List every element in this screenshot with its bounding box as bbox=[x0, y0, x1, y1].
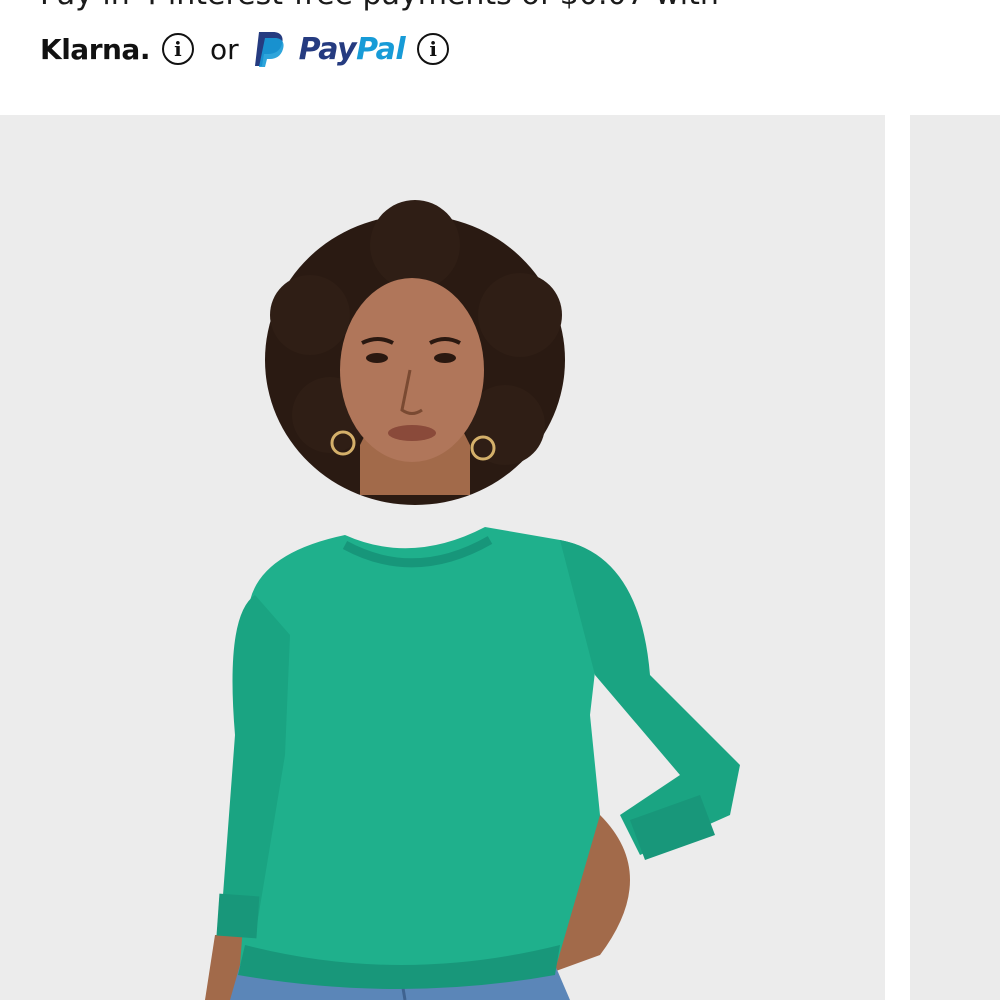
paypal-info-icon[interactable]: i bbox=[417, 33, 450, 65]
or-label: or bbox=[209, 32, 239, 66]
paypal-logo-pay: Pay bbox=[298, 31, 357, 67]
product-image-main[interactable] bbox=[0, 115, 885, 1000]
paypal-logo-pal: Pal bbox=[356, 31, 406, 67]
payment-options-row: Klarna. i or PayPal i bbox=[40, 26, 450, 72]
paypal-logo: PayPal bbox=[253, 30, 406, 68]
product-page: Pay in 4 interest-free payments of $0.07… bbox=[0, 0, 1000, 1000]
sweater-shape bbox=[240, 527, 606, 982]
klarna-logo: Klarna. bbox=[40, 32, 150, 66]
installment-text: Pay in 4 interest-free payments of $0.07… bbox=[40, 0, 719, 10]
paypal-mark-icon bbox=[254, 32, 284, 67]
product-image-next[interactable] bbox=[910, 115, 1000, 1000]
klarna-info-icon[interactable]: i bbox=[161, 33, 194, 65]
model-photo bbox=[205, 200, 740, 1000]
